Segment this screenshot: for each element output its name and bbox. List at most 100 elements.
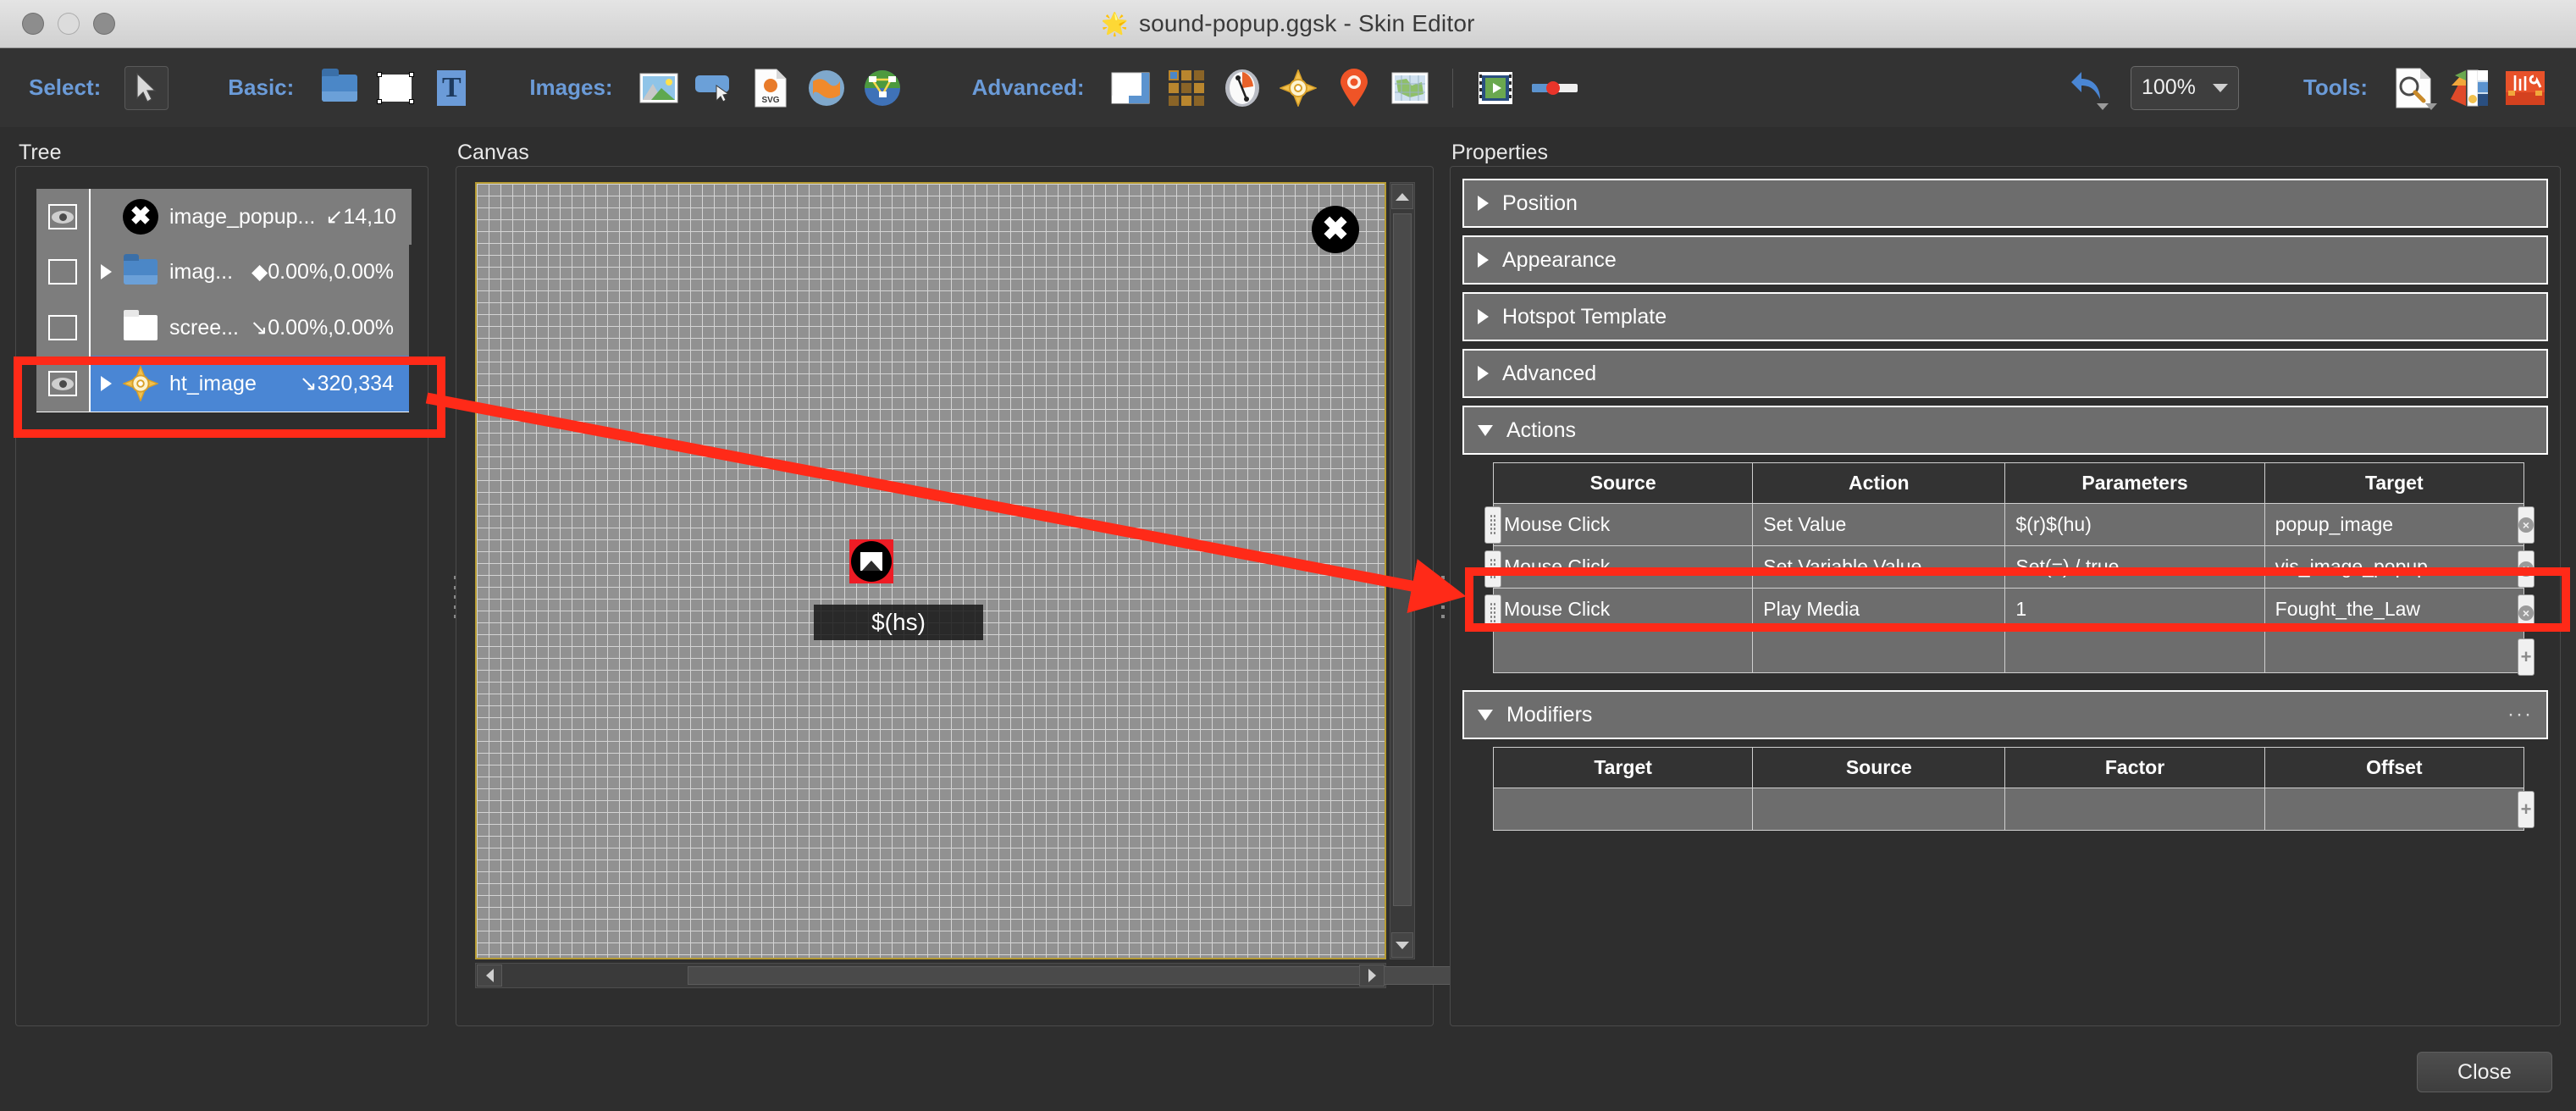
canvas-selected-hotspot[interactable] [849,539,893,583]
cell-target[interactable] [1492,788,1754,831]
vertical-scroll-thumb[interactable] [1393,213,1412,906]
zoom-select[interactable]: 100% [2130,65,2239,110]
section-header-modifiers[interactable]: Modifiers ··· [1462,690,2548,739]
cell-source[interactable]: Mouse Click [1492,588,1754,631]
window-icon[interactable] [1108,66,1153,110]
overflow-menu-icon[interactable]: ··· [2507,705,2533,724]
cell-target[interactable]: vis_image_popup [2264,545,2525,589]
triangle-left-icon [485,969,494,982]
section-header-actions[interactable]: Actions [1462,406,2548,455]
skin-editor-icon: 🌟 [1101,11,1129,36]
table-row[interactable]: Mouse Click Set Value $(r)$(hu) popup_im… [1492,503,2525,546]
cell-source[interactable] [1492,630,1754,673]
table-row[interactable] [1492,788,2525,831]
tree-row[interactable]: ht_image ↘320,334 [36,356,409,412]
picture-icon[interactable] [637,66,681,110]
tree-item-imag[interactable]: imag... ◆0.00%,0.00% [91,244,409,300]
checkbox-icon[interactable] [48,315,77,340]
checkbox-icon[interactable] [48,259,77,285]
row-delete-button[interactable]: × [2518,594,2535,632]
row-drag-handle[interactable] [1484,506,1501,544]
cell-action[interactable]: Set Value [1752,503,2006,546]
scroll-up-button[interactable] [1391,184,1413,209]
row-drag-handle[interactable] [1484,594,1501,632]
table-row[interactable]: Mouse Click Set Variable Value Set(=) / … [1492,545,2525,589]
section-header-appearance[interactable]: Appearance [1462,235,2548,285]
rectangle-icon[interactable] [373,66,417,110]
video-icon[interactable] [1473,66,1517,110]
close-icon: × [2518,605,2534,621]
row-delete-button[interactable]: × [2518,550,2535,588]
area-icon[interactable] [860,66,904,110]
expand-arrow-icon[interactable] [101,376,112,391]
cell-action[interactable] [1752,630,2006,673]
cell-parameters[interactable]: $(r)$(hu) [2004,503,2265,546]
tree-row[interactable]: ✖ image_popup... ↙14,10 [36,189,412,245]
visibility-toggle[interactable] [36,300,91,356]
toolbox-icon[interactable] [2503,66,2547,110]
canvas-horizontal-scrollbar[interactable] [475,963,1611,988]
visibility-toggle[interactable] [36,244,91,300]
canvas-close-hotspot[interactable]: ✖ [1312,206,1359,253]
window-maximize-button[interactable] [93,13,115,35]
cell-parameters[interactable]: Set(=) / true [2004,545,2265,589]
expand-arrow-icon[interactable] [101,264,112,279]
cell-source[interactable]: Mouse Click [1492,503,1754,546]
color-palette-icon[interactable] [2447,66,2491,110]
cursor-arrow-icon[interactable] [124,65,169,110]
cell-target[interactable]: popup_image [2264,503,2525,546]
row-add-button[interactable]: + [2518,791,2535,828]
cell-offset[interactable] [2264,788,2525,831]
row-add-button[interactable]: + [2518,638,2535,676]
compass-icon[interactable] [1220,66,1264,110]
svg-file-icon[interactable]: SVG [749,66,793,110]
chevron-down-icon[interactable] [2096,102,2109,110]
tree-item-scree[interactable]: scree... ↘0.00%,0.00% [91,300,409,356]
cell-parameters[interactable]: 1 [2004,588,2265,631]
tree-item-image-popup[interactable]: ✖ image_popup... ↙14,10 [91,189,412,245]
cell-target[interactable] [2264,630,2525,673]
row-drag-handle[interactable] [1484,550,1501,588]
text-icon[interactable]: T [429,66,473,110]
button-icon[interactable] [693,66,737,110]
cell-factor[interactable] [2004,788,2265,831]
undo-icon[interactable] [2056,66,2110,110]
table-row[interactable]: Mouse Click Play Media 1 Fought_the_Law [1492,588,2525,631]
radar-icon[interactable] [1276,66,1320,110]
map-icon[interactable] [1388,66,1432,110]
row-delete-button[interactable]: × [2518,506,2535,544]
images-group-label: Images: [529,75,613,100]
visibility-toggle[interactable] [36,189,91,245]
magnifier-document-icon[interactable] [2391,66,2437,110]
cell-action[interactable]: Play Media [1752,588,2006,631]
canvas-properties-splitter[interactable] [1440,576,1446,618]
chevron-down-icon[interactable] [2212,83,2228,92]
chevron-down-icon[interactable] [2425,102,2437,110]
folder-icon[interactable] [318,66,362,110]
thumbnail-grid-icon[interactable] [1164,66,1208,110]
cell-action[interactable]: Set Variable Value [1752,545,2006,589]
canvas-grid[interactable]: ✖ $(hs) [475,182,1386,959]
window-minimize-button[interactable] [58,13,80,35]
cell-source[interactable]: Mouse Click [1492,545,1754,589]
cell-source[interactable] [1752,788,2006,831]
canvas-vertical-scrollbar[interactable] [1390,182,1415,959]
section-header-position[interactable]: Position [1462,179,2548,228]
map-pin-icon[interactable] [1332,66,1376,110]
table-row[interactable] [1492,630,2525,673]
section-header-advanced[interactable]: Advanced [1462,349,2548,398]
section-header-hotspot-template[interactable]: Hotspot Template [1462,292,2548,341]
slider-icon[interactable] [1529,66,1580,110]
cell-parameters[interactable] [2004,630,2265,673]
scroll-right-button[interactable] [1359,965,1385,987]
scroll-down-button[interactable] [1391,932,1413,958]
tree-row[interactable]: imag... ◆0.00%,0.00% [36,244,409,301]
globe-icon[interactable] [804,66,849,110]
cell-target[interactable]: Fought_the_Law [2264,588,2525,631]
visibility-toggle[interactable] [36,356,91,412]
tree-item-ht-image[interactable]: ht_image ↘320,334 [91,356,409,412]
close-button[interactable]: Close [2417,1052,2552,1092]
scroll-left-button[interactable] [477,965,502,987]
window-close-button[interactable] [22,13,44,35]
tree-row[interactable]: scree... ↘0.00%,0.00% [36,300,409,357]
